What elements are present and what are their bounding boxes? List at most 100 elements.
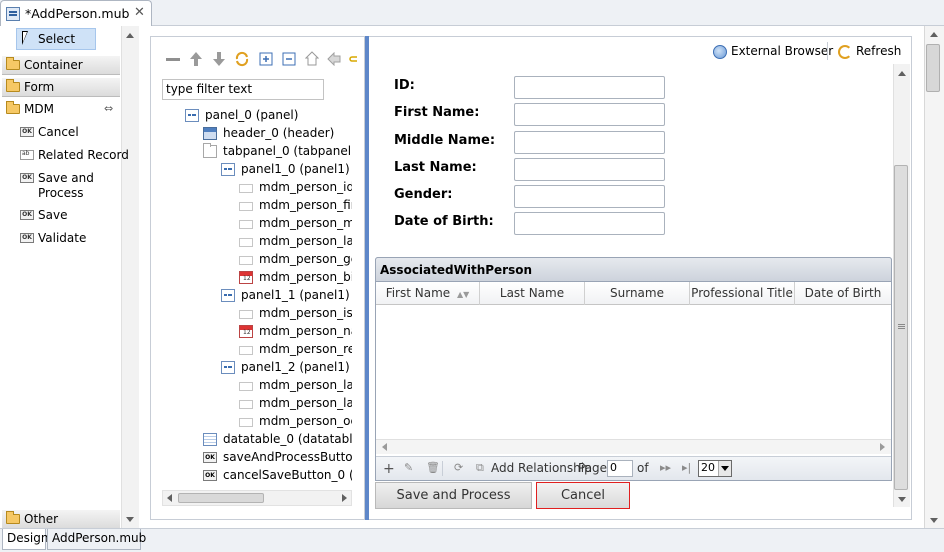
ok-button-icon: OK <box>20 233 34 243</box>
move-down-icon[interactable] <box>212 51 226 66</box>
column-header-first-name[interactable]: First Name ▲▼ <box>376 282 480 305</box>
sync-icon[interactable] <box>235 51 249 67</box>
form-field-label: Last Name: <box>394 160 477 175</box>
tree-node[interactable]: mdm_person_reg <box>239 341 352 359</box>
tab-source[interactable]: AddPerson.mub <box>47 529 146 550</box>
tree-node-label: mdm_person_mi <box>259 216 352 230</box>
tree-node[interactable]: mdm_person_bir <box>239 269 352 287</box>
page-size-select[interactable]: 20 <box>698 460 732 477</box>
reload-icon[interactable]: ⟳ <box>454 461 463 474</box>
form-field-input[interactable] <box>514 76 665 99</box>
tree-node[interactable]: panel1_0 (panel1) <box>221 161 352 179</box>
add-icon[interactable]: + <box>383 461 395 477</box>
tree-node-label: mdm_person_reg <box>259 342 352 356</box>
tree-node[interactable]: mdm_person_firs <box>239 197 352 215</box>
field-icon <box>239 310 253 319</box>
tree-node-label: header_0 (header) <box>223 126 335 140</box>
tree-node[interactable]: mdm_person_mi <box>239 215 352 233</box>
external-browser-button[interactable]: External Browser <box>731 44 833 58</box>
scroll-right-icon[interactable] <box>880 443 885 451</box>
form-field-input[interactable] <box>514 158 665 181</box>
pin-icon[interactable]: ⇔ <box>104 102 113 115</box>
refresh-button[interactable]: Refresh <box>856 44 901 58</box>
select-tool-label: Select <box>38 32 76 46</box>
outline-filter-input[interactable]: type filter text <box>162 79 324 100</box>
move-up-icon[interactable] <box>189 51 203 66</box>
edit-icon[interactable]: ✎ <box>404 461 413 474</box>
drawer-form[interactable]: Form <box>2 78 120 97</box>
drawer-other[interactable]: Other <box>2 510 120 529</box>
tree-node[interactable]: panel1_1 (panel1) <box>221 287 352 305</box>
scroll-down-icon[interactable] <box>898 497 906 502</box>
drawer-mdm[interactable]: MDM ⇔ <box>2 100 120 119</box>
tree-node[interactable]: mdm_person_id_ <box>239 179 352 197</box>
next-page-icon[interactable]: ▸▸ <box>660 461 671 474</box>
form-field-input[interactable] <box>514 103 665 126</box>
scroll-down-icon[interactable] <box>126 517 134 522</box>
link-icon[interactable] <box>349 52 357 66</box>
tree-node[interactable]: mdm_person_nat <box>239 323 352 341</box>
tree-node-label: mdm_person_lan <box>259 378 352 392</box>
column-header-last-name[interactable]: Last Name <box>480 282 585 305</box>
ok-button-icon: OK <box>20 127 34 137</box>
tree-node[interactable]: mdm_person_las <box>239 233 352 251</box>
drawer-container[interactable]: Container <box>2 56 120 75</box>
tree-node[interactable]: header_0 (header) <box>203 125 352 143</box>
palette-item-label: Save <box>38 208 68 222</box>
delete-icon[interactable]: 🗑 <box>426 461 440 474</box>
tree-node[interactable]: datatable_0 (datatable) <box>203 431 352 449</box>
tree-node[interactable]: mdm_person_lan <box>239 395 352 413</box>
tree-node[interactable]: mdm_person_gei <box>239 251 352 269</box>
tree-node[interactable]: mdm_person_lan <box>239 377 352 395</box>
outline-scroll-thumb[interactable] <box>178 493 264 503</box>
tree-node[interactable]: mdm_person_isn <box>239 305 352 323</box>
cancel-button[interactable]: Cancel <box>536 482 630 509</box>
toolbar-separator <box>827 42 828 60</box>
form-field-input[interactable] <box>514 212 665 235</box>
save-and-process-button[interactable]: Save and Process <box>375 482 532 509</box>
select-tool[interactable]: Select <box>16 28 96 50</box>
field-icon <box>239 418 253 427</box>
back-icon[interactable] <box>327 51 341 67</box>
tree-node[interactable]: OK saveAndProcessButton_0 <box>203 449 352 467</box>
home-icon[interactable] <box>304 51 320 66</box>
sort-icon[interactable]: ▲▼ <box>457 290 469 299</box>
column-header-label: Professional Title <box>691 286 793 300</box>
grid-title-bar: AssociatedWithPerson <box>375 257 892 282</box>
scroll-up-icon[interactable] <box>930 32 938 37</box>
dropdown-arrow-icon[interactable] <box>718 461 731 476</box>
grid-horizontal-scrollbar[interactable] <box>376 439 891 454</box>
scroll-right-icon[interactable] <box>342 494 347 502</box>
form-field-label: Date of Birth: <box>394 214 494 229</box>
form-field-input[interactable] <box>514 131 665 154</box>
last-page-icon[interactable]: ▸| <box>682 461 691 474</box>
preview-scroll-thumb[interactable] <box>894 165 908 490</box>
scroll-down-icon[interactable] <box>930 518 938 523</box>
editor-scrollbar[interactable] <box>924 26 944 528</box>
tree-node[interactable]: mdm_person_occ <box>239 413 352 431</box>
ok-icon: OK <box>203 470 217 481</box>
tree-node[interactable]: panel1_2 (panel1) <box>221 359 352 377</box>
grid-title: AssociatedWithPerson <box>380 263 533 277</box>
scroll-left-icon[interactable] <box>382 443 387 451</box>
tab-design[interactable]: Design <box>2 529 48 550</box>
scroll-up-icon[interactable] <box>898 71 906 76</box>
tree-node[interactable]: OK cancelSaveButton_0 (car <box>203 467 352 485</box>
scroll-left-icon[interactable] <box>167 494 172 502</box>
editor-tab-addperson[interactable]: *AddPerson.mub ✕ <box>0 0 152 26</box>
column-header-surname[interactable]: Surname <box>585 282 690 305</box>
expand-all-icon[interactable] <box>259 52 273 66</box>
add-relationship-button[interactable]: Add Relationship <box>491 461 592 475</box>
tree-node[interactable]: panel_0 (panel) <box>185 107 352 125</box>
column-header-professional-title[interactable]: Professional Title <box>690 282 795 305</box>
collapse-all-icon[interactable] <box>166 52 180 66</box>
tree-node[interactable]: tabpanel_0 (tabpanel) <box>203 143 352 161</box>
page-number-input[interactable]: 0 <box>607 460 633 477</box>
collapse-icon[interactable] <box>282 52 296 66</box>
form-field-input[interactable] <box>514 185 665 208</box>
scroll-up-icon[interactable] <box>126 33 134 38</box>
close-icon[interactable]: ✕ <box>134 5 145 20</box>
palette-scrollbar[interactable] <box>121 26 139 528</box>
column-header-date-of-birth[interactable]: Date of Birth <box>795 282 891 305</box>
editor-scroll-thumb[interactable] <box>926 44 940 92</box>
